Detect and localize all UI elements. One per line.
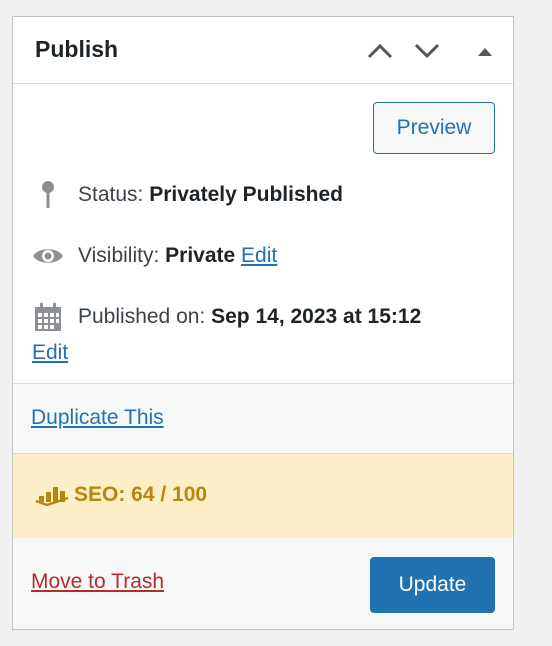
- published-text: Published on: Sep 14, 2023 at 15:12: [78, 303, 421, 331]
- eye-icon: [31, 242, 65, 270]
- visibility-label: Visibility:: [78, 244, 160, 267]
- seo-score[interactable]: SEO: 64 / 100: [74, 483, 207, 507]
- seo-chart-icon: [35, 484, 69, 511]
- visibility-edit-link[interactable]: Edit: [241, 244, 277, 267]
- seo-section: SEO: 64 / 100: [13, 453, 513, 539]
- pin-icon: [31, 181, 65, 209]
- duplicate-section: Duplicate This: [13, 383, 513, 454]
- move-to-trash-link[interactable]: Move to Trash: [31, 570, 164, 594]
- calendar-icon: [31, 303, 65, 331]
- status-label: Status:: [78, 183, 144, 206]
- chevron-down-icon[interactable]: [413, 39, 441, 63]
- status-text: Status: Privately Published: [78, 181, 343, 209]
- visibility-value: Private: [165, 244, 236, 267]
- box-title: Publish: [35, 36, 119, 62]
- publish-box: Publish Preview Status: Privately Publis…: [12, 16, 514, 630]
- duplicate-link[interactable]: Duplicate This: [31, 406, 164, 430]
- preview-button[interactable]: Preview: [373, 102, 495, 154]
- triangle-up-icon[interactable]: [471, 39, 499, 63]
- published-label: Published on:: [78, 305, 206, 328]
- publish-footer: Move to Trash Update: [13, 538, 513, 629]
- visibility-row: Visibility: Private Edit: [31, 242, 501, 270]
- published-edit-link[interactable]: Edit: [32, 339, 68, 367]
- chevron-up-icon[interactable]: [366, 39, 394, 63]
- status-row: Status: Privately Published: [31, 181, 501, 209]
- status-value: Privately Published: [149, 183, 343, 206]
- published-row: Published on: Sep 14, 2023 at 15:12 Edit: [31, 303, 501, 367]
- publish-box-header: Publish: [13, 17, 513, 84]
- published-value: Sep 14, 2023 at 15:12: [211, 305, 422, 328]
- visibility-text: Visibility: Private Edit: [78, 242, 277, 270]
- update-button[interactable]: Update: [370, 557, 495, 613]
